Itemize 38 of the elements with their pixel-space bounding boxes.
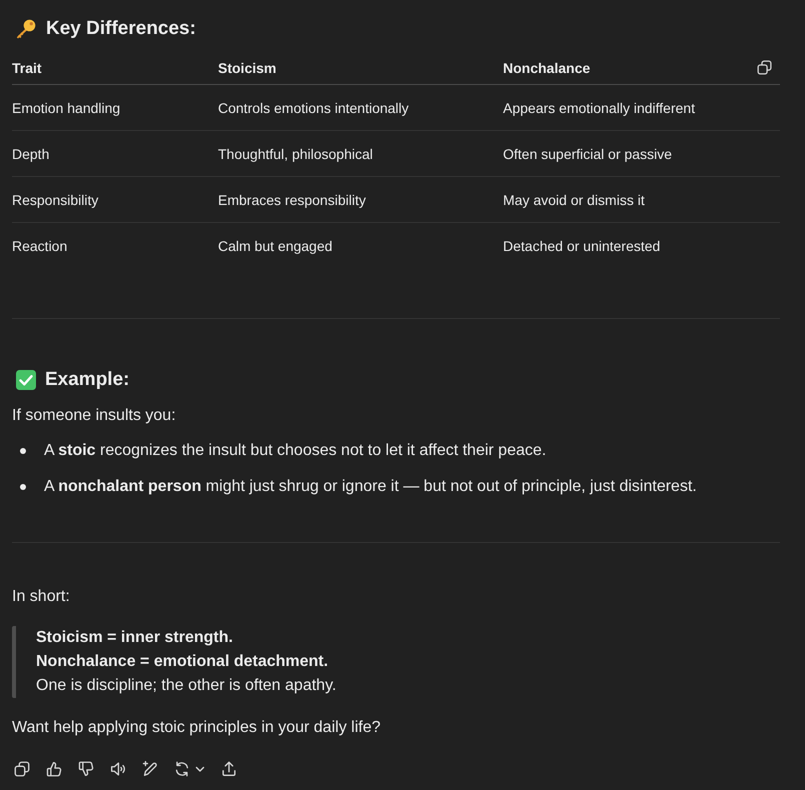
table-cell: Calm but engaged <box>218 238 332 254</box>
key-icon <box>15 18 37 40</box>
table-cell: Depth <box>12 146 50 162</box>
column-header: Nonchalance <box>503 60 590 76</box>
paragraph: Want help applying stoic principles in your daily life? <box>12 718 380 738</box>
pencil-icon[interactable] <box>141 760 159 778</box>
refresh-icon[interactable] <box>173 760 191 778</box>
list-item: A stoic recognizes the insult but chooses not to let it affect their peace. <box>44 441 546 461</box>
quote-line: One is discipline; the other is often apathy. <box>36 676 336 696</box>
list-item: A nonchalant person might just shrug or ignore it — but not out of principle, just disinterest. <box>44 477 697 497</box>
thumbs-down-icon[interactable] <box>77 760 95 778</box>
copy-icon[interactable] <box>756 58 773 76</box>
caret-icon[interactable] <box>195 764 205 774</box>
paragraph: If someone insults you: <box>12 406 176 426</box>
copy-icon[interactable] <box>13 760 31 778</box>
bullet-icon <box>20 484 26 490</box>
table-cell: Appears emotionally indifferent <box>503 100 695 116</box>
table-cell: Often superficial or passive <box>503 146 672 162</box>
table-cell: Controls emotions intentionally <box>218 100 409 116</box>
checkmark-icon <box>16 370 36 390</box>
table-cell: May avoid or dismiss it <box>503 192 645 208</box>
quote-line: Stoicism = inner strength. <box>36 628 233 648</box>
speaker-icon[interactable] <box>109 760 127 778</box>
table-cell: Emotion handling <box>12 100 120 116</box>
table-cell: Thoughtful, philosophical <box>218 146 373 162</box>
share-icon[interactable] <box>220 760 238 778</box>
bullet-icon <box>20 448 26 454</box>
section-heading: Example: <box>45 368 130 392</box>
table-cell: Reaction <box>12 238 68 254</box>
thumbs-up-icon[interactable] <box>45 760 63 778</box>
paragraph: In short: <box>12 587 70 607</box>
section-heading: Key Differences: <box>46 17 196 41</box>
column-header: Stoicism <box>218 60 276 76</box>
table-cell: Responsibility <box>12 192 98 208</box>
quote-line: Nonchalance = emotional detachment. <box>36 652 328 672</box>
table-cell: Detached or uninterested <box>503 238 660 254</box>
table-cell: Embraces responsibility <box>218 192 366 208</box>
column-header: Trait <box>12 60 42 76</box>
